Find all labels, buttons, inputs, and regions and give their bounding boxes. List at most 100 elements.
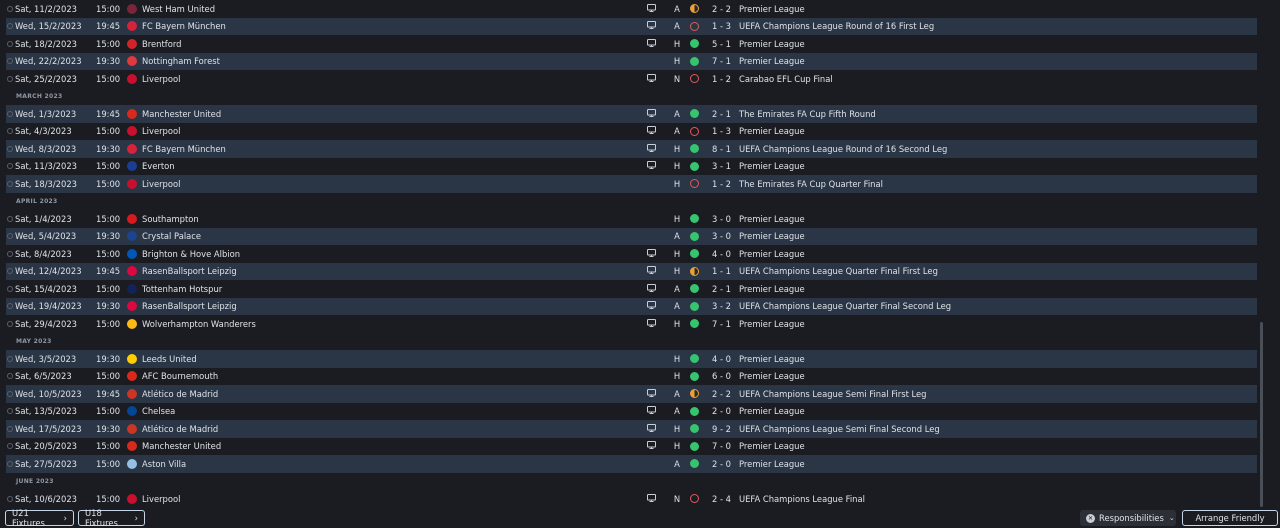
opponent-link[interactable]: Liverpool	[142, 494, 642, 504]
fixture-row[interactable]: Sat, 20/5/2023 15:00 Manchester United H 7 -…	[6, 438, 1257, 456]
fixture-row[interactable]: Wed, 22/2/2023 19:30 Nottingham Forest H 7 -…	[6, 52, 1257, 70]
match-score[interactable]: 2 - 1	[712, 284, 736, 294]
competition-link[interactable]: UEFA Champions League Round of 16 First …	[739, 21, 934, 31]
fixture-row[interactable]: Sat, 4/3/2023 15:00 Liverpool A 1 - 3 Premier…	[6, 123, 1257, 141]
fixture-row[interactable]: Wed, 1/3/2023 19:45 Manchester United A 2 - …	[6, 105, 1257, 123]
opponent-link[interactable]: FC Bayern München	[142, 21, 642, 31]
opponent-link[interactable]: Tottenham Hotspur	[142, 284, 642, 294]
competition-link[interactable]: UEFA Champions League Final	[739, 494, 865, 504]
match-score[interactable]: 6 - 0	[712, 371, 736, 381]
opponent-link[interactable]: Manchester United	[142, 109, 642, 119]
match-score[interactable]: 2 - 0	[712, 406, 736, 416]
opponent-link[interactable]: AFC Bournemouth	[142, 371, 642, 381]
fixture-row[interactable]: Sat, 11/2/2023 15:00 West Ham United A 2 - 2…	[6, 0, 1257, 18]
u18-fixtures-button[interactable]: U18 Fixtures ›	[78, 508, 145, 528]
fixture-row[interactable]: Sat, 10/6/2023 15:00 Liverpool N 2 - 4 UEFA C…	[6, 490, 1257, 508]
fixture-row[interactable]: Wed, 19/4/2023 19:30 RasenBallsport Leipzi…	[6, 297, 1257, 315]
match-score[interactable]: 2 - 2	[712, 389, 736, 399]
match-score[interactable]: 1 - 3	[712, 126, 736, 136]
fixture-row[interactable]: Sat, 18/2/2023 15:00 Brentford H 5 - 1 Premie…	[6, 35, 1257, 53]
opponent-link[interactable]: Nottingham Forest	[142, 56, 642, 66]
opponent-link[interactable]: Liverpool	[142, 74, 642, 84]
competition-link[interactable]: UEFA Champions League Semi Final Second …	[739, 424, 940, 434]
competition-link[interactable]: Premier League	[739, 4, 805, 14]
match-score[interactable]: 1 - 3	[712, 21, 736, 31]
competition-link[interactable]: Premier League	[739, 126, 805, 136]
match-score[interactable]: 4 - 0	[712, 354, 736, 364]
competition-link[interactable]: UEFA Champions League Quarter Final Seco…	[739, 301, 951, 311]
competition-link[interactable]: Premier League	[739, 161, 805, 171]
match-score[interactable]: 1 - 1	[712, 266, 736, 276]
competition-link[interactable]: Premier League	[739, 214, 805, 224]
match-score[interactable]: 7 - 1	[712, 319, 736, 329]
competition-link[interactable]: Premier League	[739, 371, 805, 381]
competition-link[interactable]: Premier League	[739, 284, 805, 294]
scrollbar[interactable]	[1260, 322, 1263, 507]
match-score[interactable]: 5 - 1	[712, 39, 736, 49]
match-score[interactable]: 3 - 2	[712, 301, 736, 311]
match-score[interactable]: 1 - 2	[712, 179, 736, 189]
fixture-row[interactable]: Wed, 8/3/2023 19:30 FC Bayern München H 8 - …	[6, 140, 1257, 158]
fixture-row[interactable]: Sat, 29/4/2023 15:00 Wolverhampton Wandere…	[6, 315, 1257, 333]
competition-link[interactable]: The Emirates FA Cup Fifth Round	[739, 109, 876, 119]
opponent-link[interactable]: Atlético de Madrid	[142, 389, 642, 399]
match-score[interactable]: 3 - 0	[712, 214, 736, 224]
arrange-friendly-button[interactable]: Arrange Friendly	[1182, 510, 1278, 526]
opponent-link[interactable]: Southampton	[142, 214, 642, 224]
fixture-row[interactable]: Sat, 15/4/2023 15:00 Tottenham Hotspur A 2 -…	[6, 280, 1257, 298]
match-score[interactable]: 2 - 4	[712, 494, 736, 504]
fixture-row[interactable]: Sat, 1/4/2023 15:00 Southampton H 3 - 0 Premi…	[6, 210, 1257, 228]
match-score[interactable]: 2 - 0	[712, 459, 736, 469]
fixture-row[interactable]: Sat, 18/3/2023 15:00 Liverpool H 1 - 2 The Em…	[6, 175, 1257, 193]
opponent-link[interactable]: Atlético de Madrid	[142, 424, 642, 434]
match-score[interactable]: 9 - 2	[712, 424, 736, 434]
competition-link[interactable]: Premier League	[739, 354, 805, 364]
fixture-row[interactable]: Wed, 5/4/2023 19:30 Crystal Palace A 3 - 0 Pr…	[6, 227, 1257, 245]
competition-link[interactable]: Premier League	[739, 231, 805, 241]
competition-link[interactable]: The Emirates FA Cup Quarter Final	[739, 179, 883, 189]
competition-link[interactable]: Premier League	[739, 319, 805, 329]
opponent-link[interactable]: Liverpool	[142, 179, 642, 189]
match-score[interactable]: 3 - 0	[712, 231, 736, 241]
opponent-link[interactable]: Leeds United	[142, 354, 642, 364]
opponent-link[interactable]: RasenBallsport Leipzig	[142, 301, 642, 311]
fixture-row[interactable]: Wed, 17/5/2023 19:30 Atlético de Madrid H 9 …	[6, 420, 1257, 438]
opponent-link[interactable]: Aston Villa	[142, 459, 642, 469]
competition-link[interactable]: Premier League	[739, 249, 805, 259]
opponent-link[interactable]: Wolverhampton Wanderers	[142, 319, 642, 329]
fixture-row[interactable]: Wed, 12/4/2023 19:45 RasenBallsport Leipzi…	[6, 262, 1257, 280]
match-score[interactable]: 3 - 1	[712, 161, 736, 171]
match-score[interactable]: 7 - 1	[712, 56, 736, 66]
opponent-link[interactable]: Liverpool	[142, 126, 642, 136]
opponent-link[interactable]: Brentford	[142, 39, 642, 49]
match-score[interactable]: 8 - 1	[712, 144, 736, 154]
fixture-row[interactable]: Sat, 8/4/2023 15:00 Brighton & Hove Albion…	[6, 245, 1257, 263]
match-score[interactable]: 1 - 2	[712, 74, 736, 84]
match-score[interactable]: 4 - 0	[712, 249, 736, 259]
competition-link[interactable]: Carabao EFL Cup Final	[739, 74, 833, 84]
competition-link[interactable]: Premier League	[739, 459, 805, 469]
fixture-row[interactable]: Wed, 15/2/2023 19:45 FC Bayern München A 1 -…	[6, 17, 1257, 35]
opponent-link[interactable]: Brighton & Hove Albion	[142, 249, 642, 259]
match-score[interactable]: 2 - 2	[712, 4, 736, 14]
responsibilities-button[interactable]: ✕ Responsibilities ⌄	[1080, 510, 1176, 526]
fixture-row[interactable]: Wed, 10/5/2023 19:45 Atlético de Madrid A 2 …	[6, 385, 1257, 403]
fixture-row[interactable]: Sat, 6/5/2023 15:00 AFC Bournemouth H 6 - 0P…	[6, 368, 1257, 386]
u21-fixtures-button[interactable]: U21 Fixtures ›	[5, 508, 74, 528]
competition-link[interactable]: UEFA Champions League Semi Final First L…	[739, 389, 927, 399]
opponent-link[interactable]: Everton	[142, 161, 642, 171]
competition-link[interactable]: Premier League	[739, 441, 805, 451]
opponent-link[interactable]: Chelsea	[142, 406, 642, 416]
opponent-link[interactable]: Manchester United	[142, 441, 642, 451]
opponent-link[interactable]: RasenBallsport Leipzig	[142, 266, 642, 276]
opponent-link[interactable]: West Ham United	[142, 4, 642, 14]
match-score[interactable]: 7 - 0	[712, 441, 736, 451]
competition-link[interactable]: Premier League	[739, 56, 805, 66]
match-score[interactable]: 2 - 1	[712, 109, 736, 119]
fixture-row[interactable]: Sat, 27/5/2023 15:00 Aston Villa A 2 - 0 Prem…	[6, 455, 1257, 473]
competition-link[interactable]: UEFA Champions League Round of 16 Second…	[739, 144, 947, 154]
competition-link[interactable]: Premier League	[739, 39, 805, 49]
fixture-row[interactable]: Sat, 13/5/2023 15:00 Chelsea A 2 - 0 Premier …	[6, 403, 1257, 421]
competition-link[interactable]: Premier League	[739, 406, 805, 416]
fixture-row[interactable]: Sat, 25/2/2023 15:00 Liverpool N 1 - 2 Caraba…	[6, 70, 1257, 88]
